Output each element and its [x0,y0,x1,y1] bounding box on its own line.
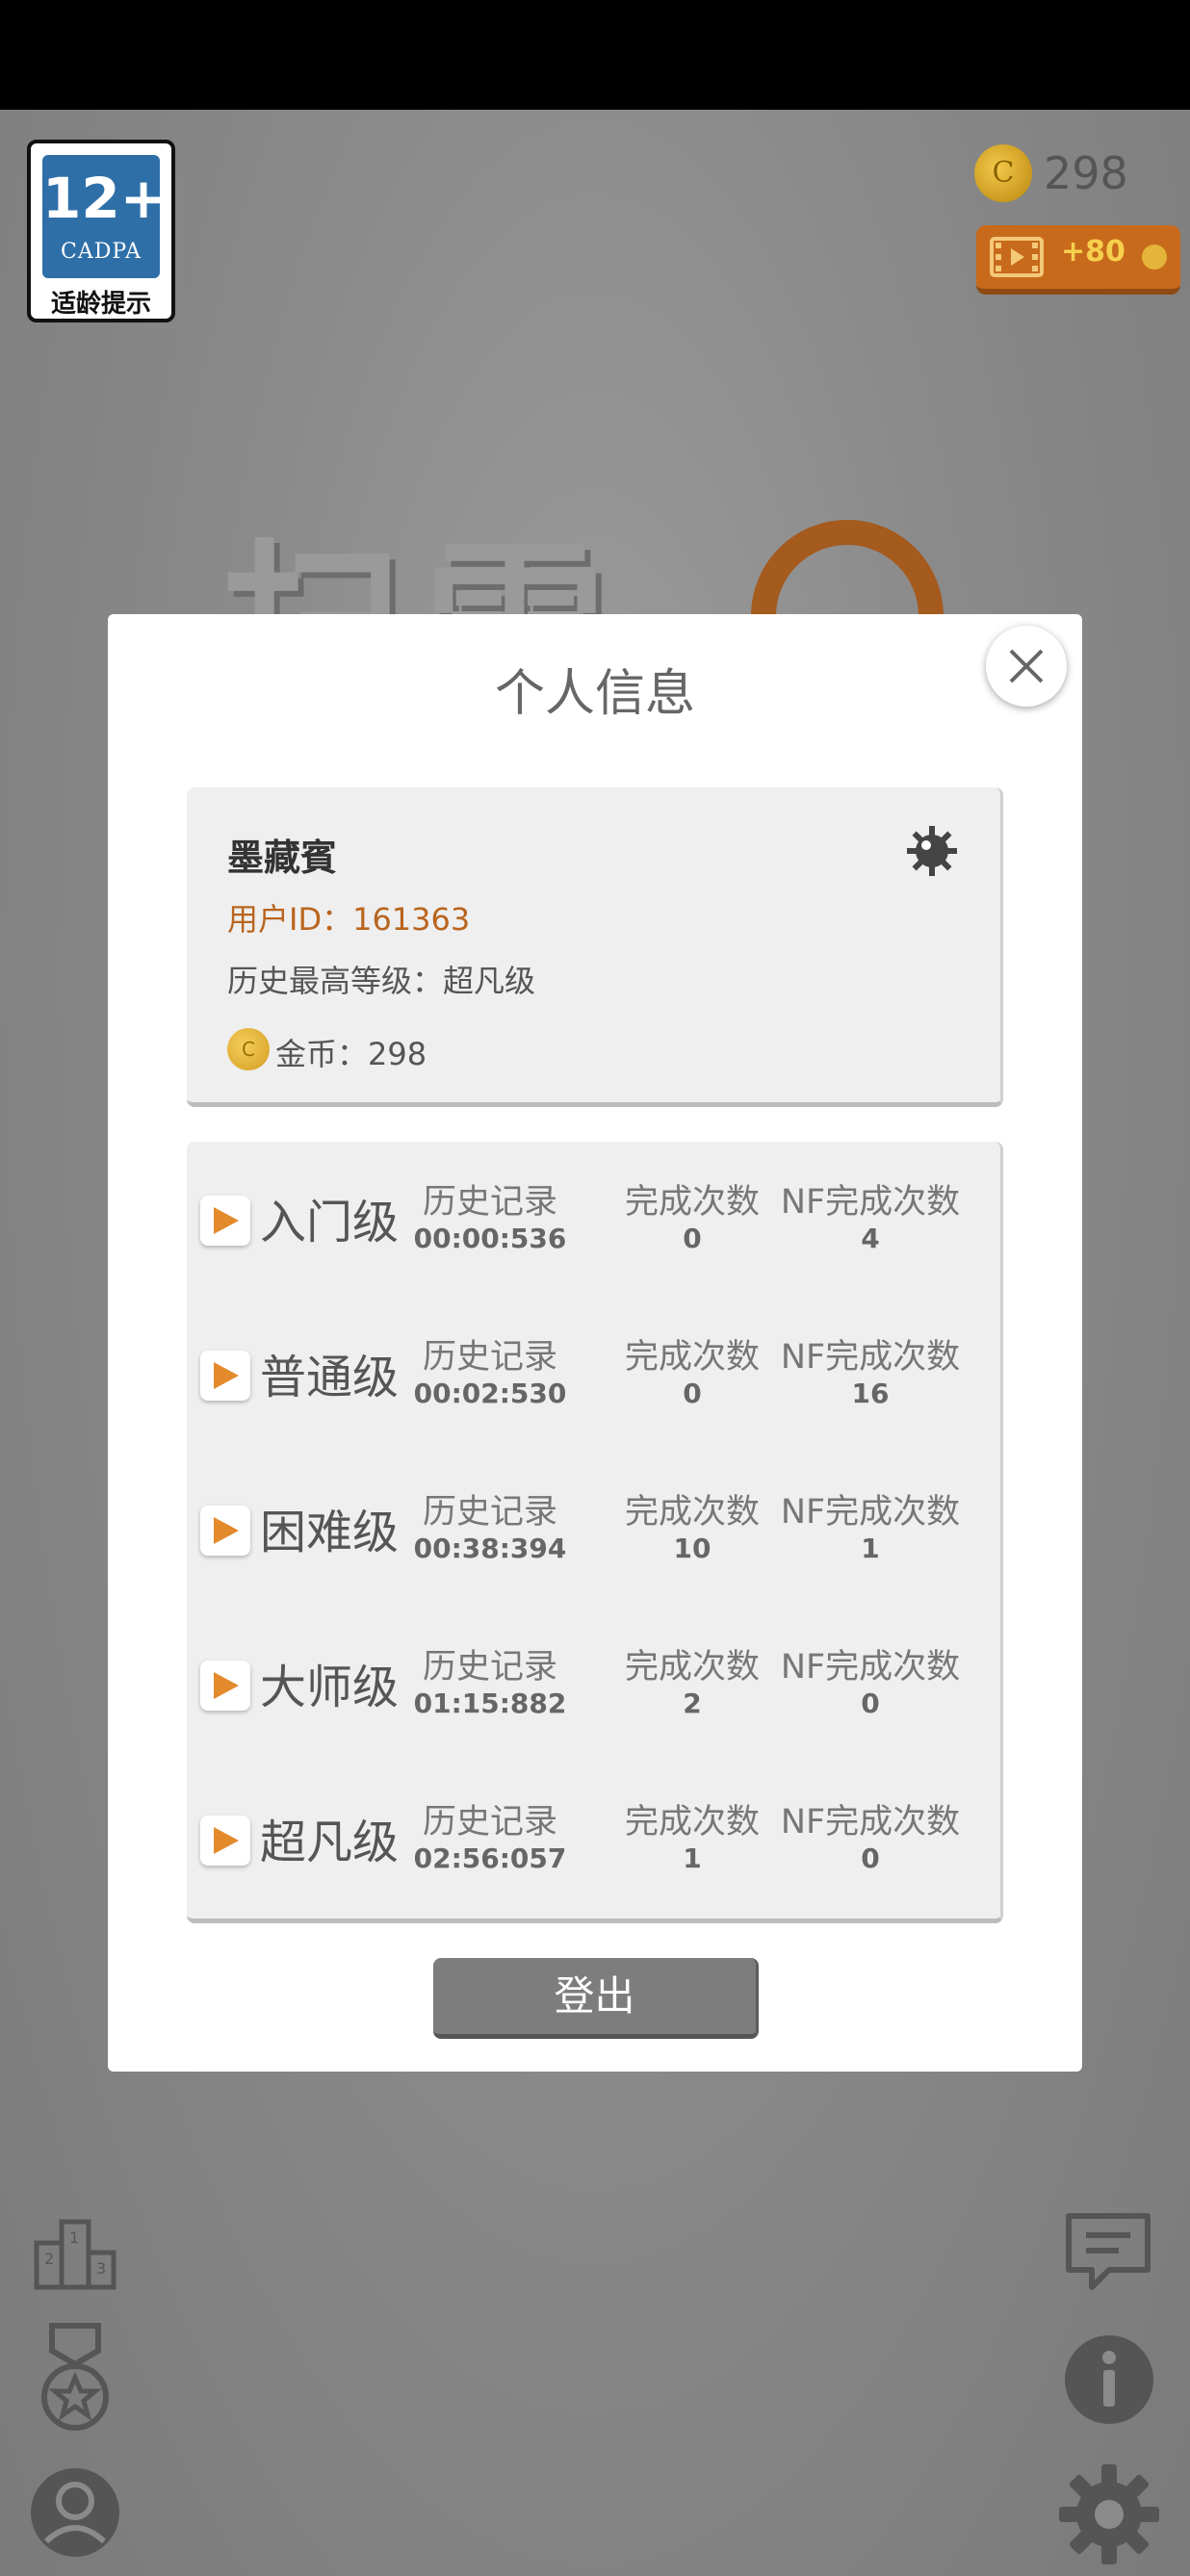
nf-complete-value: 1 [861,1533,880,1564]
level-row[interactable]: 普通级 历史记录 完成次数 NF完成次数 00:02:530 0 16 [187,1297,1003,1451]
svg-text:1: 1 [69,2228,79,2247]
age-rating-number: 12+ [42,166,168,231]
nf-complete-label: NF完成次数 [780,1493,961,1532]
age-rating-label: 适龄提示 [50,290,151,319]
play-button[interactable] [200,1196,250,1246]
record-label: 历史记录 [422,1338,557,1377]
coin-count: 298 [1044,147,1128,199]
record-label: 历史记录 [422,1648,557,1687]
complete-value: 1 [683,1842,702,1874]
podium-icon[interactable]: 2 1 3 [33,2214,119,2291]
level-row[interactable]: 超凡级 历史记录 完成次数 NF完成次数 02:56:057 1 0 [187,1762,1003,1916]
nf-complete-value: 4 [861,1223,880,1254]
play-icon [214,1207,239,1234]
coin-icon-letter: C [992,156,1015,190]
complete-value: 2 [683,1687,702,1719]
age-rating-badge[interactable]: 12+ CADPA 适龄提示 [27,140,175,322]
bomb-settings-icon[interactable] [903,822,961,880]
status-bar [0,0,1190,110]
nf-complete-label: NF完成次数 [780,1648,961,1687]
record-label: 历史记录 [422,1493,557,1532]
logout-button[interactable]: 登出 [433,1958,759,2039]
play-icon [214,1517,239,1544]
level-name: 大师级 [260,1661,400,1714]
chat-icon[interactable] [1063,2210,1153,2293]
user-name: 墨藏賓 [227,837,338,879]
level-name: 入门级 [260,1196,400,1249]
level-name: 普通级 [260,1351,400,1404]
nf-complete-label: NF完成次数 [780,1803,961,1842]
play-button[interactable] [200,1351,250,1401]
level-row[interactable]: 大师级 历史记录 完成次数 NF完成次数 01:15:882 2 0 [187,1607,1003,1761]
reward-amount: +80 [1061,235,1125,269]
mini-coin-icon [1142,245,1167,270]
complete-label: 完成次数 [624,1803,760,1842]
play-button[interactable] [200,1506,250,1556]
highest-level: 历史最高等级：超凡级 [227,963,536,999]
profile-card: 墨藏賓 用户ID：161363 历史最高等级：超凡级 C 金币：298 [187,787,1003,1107]
coin-icon: C [227,1028,270,1070]
coin-balance: 金币：298 [275,1036,427,1072]
user-icon[interactable] [27,2464,123,2561]
complete-value: 0 [683,1378,702,1409]
coin-icon-letter: C [242,1038,255,1061]
film-icon [990,237,1044,277]
close-icon [1009,649,1044,683]
play-icon [214,1827,239,1854]
record-value: 00:38:394 [413,1533,567,1564]
nf-complete-value: 16 [851,1378,890,1409]
watch-video-reward-button[interactable]: +80 [976,225,1180,295]
record-value: 00:00:536 [413,1223,567,1254]
complete-label: 完成次数 [624,1183,760,1222]
record-value: 00:02:530 [413,1378,567,1409]
age-rating-panel: 12+ CADPA [42,155,168,278]
level-stats-card: 入门级 历史记录 完成次数 NF完成次数 00:00:536 0 4 普通级 历… [187,1142,1003,1923]
svg-text:2: 2 [44,2250,54,2268]
nf-complete-label: NF完成次数 [780,1338,961,1377]
complete-label: 完成次数 [624,1493,760,1532]
medal-icon[interactable] [35,2322,116,2435]
coin-icon: C [974,144,1032,202]
info-icon[interactable] [1063,2333,1155,2426]
nf-complete-label: NF完成次数 [780,1183,961,1222]
svg-text:3: 3 [96,2259,106,2278]
record-value: 02:56:057 [413,1842,567,1874]
play-icon [214,1362,239,1389]
level-row[interactable]: 困难级 历史记录 完成次数 NF完成次数 00:38:394 10 1 [187,1452,1003,1606]
user-id: 用户ID：161363 [227,901,471,938]
level-row[interactable]: 入门级 历史记录 完成次数 NF完成次数 00:00:536 0 4 [187,1142,1003,1296]
gear-icon[interactable] [1057,2462,1161,2566]
complete-value: 10 [673,1533,711,1564]
record-value: 01:15:882 [413,1687,567,1719]
level-name: 困难级 [260,1506,400,1559]
play-button[interactable] [200,1816,250,1866]
level-name: 超凡级 [260,1816,400,1869]
record-label: 历史记录 [422,1183,557,1222]
complete-label: 完成次数 [624,1338,760,1377]
play-button[interactable] [200,1661,250,1711]
profile-dialog: 个人信息 墨藏賓 用户ID：161363 历史最高等级：超凡级 C 金币：298… [108,614,1082,2072]
play-icon [214,1672,239,1699]
close-button[interactable] [986,626,1067,707]
record-label: 历史记录 [422,1803,557,1842]
dialog-title: 个人信息 [494,665,695,723]
complete-value: 0 [683,1223,702,1254]
nf-complete-value: 0 [861,1842,880,1874]
age-rating-org: CADPA [60,240,142,264]
complete-label: 完成次数 [624,1648,760,1687]
nf-complete-value: 0 [861,1687,880,1719]
